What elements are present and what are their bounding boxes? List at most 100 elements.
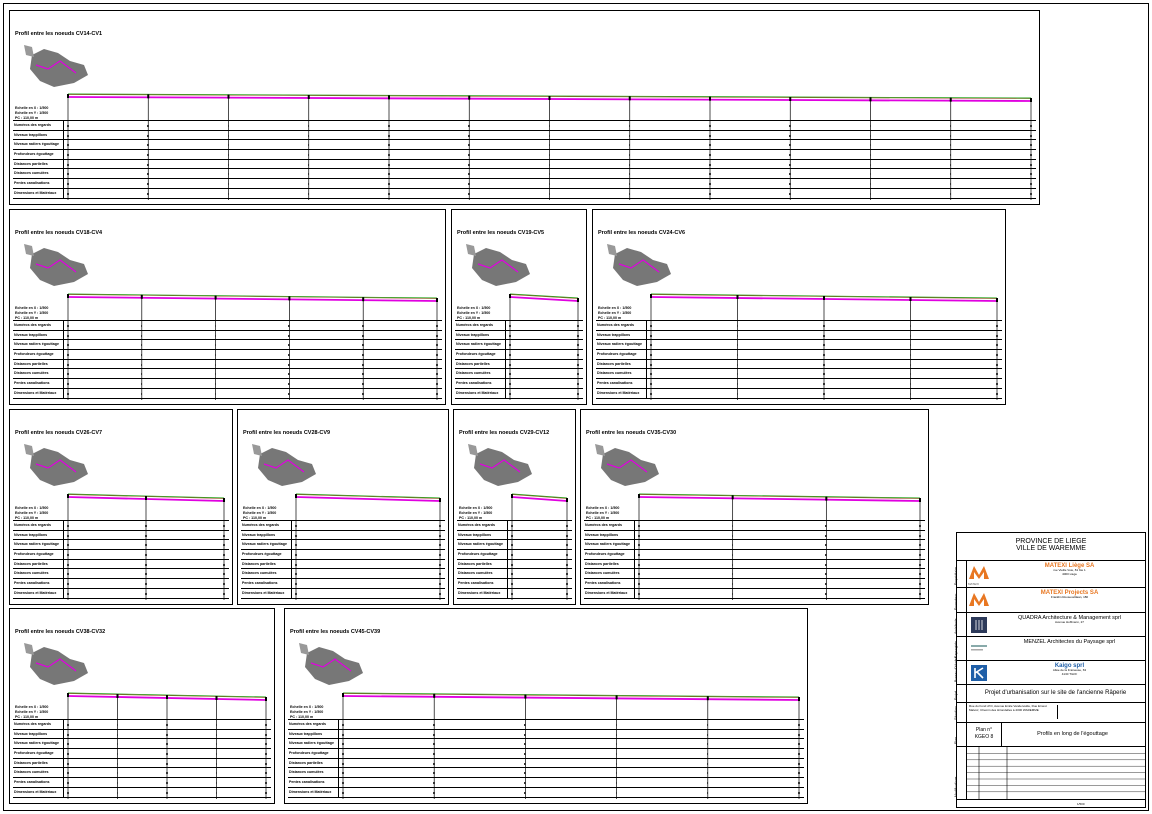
value-mark [909,354,912,357]
profile-row: Profondeurs égouttage [288,749,804,759]
profile-row: Pentes canalisations [13,579,229,589]
value-mark [909,325,912,327]
profile-row: Numéros des regards [288,720,804,730]
value-mark [996,354,998,357]
row-label: Pentes canalisations [585,581,621,586]
profile-row: Profondeurs égouttage [584,550,925,560]
value-mark [548,173,551,176]
value-mark [1030,183,1032,186]
value-mark [436,392,438,395]
value-mark [996,383,998,386]
value-mark [227,173,230,176]
value-mark [436,354,438,357]
value-mark [295,554,297,557]
value-mark [548,134,551,137]
situation-section: Situation Rue du Fond d'Or, Avenue Emile… [954,703,1145,723]
profile-row: Dimensions et Matériaux [13,588,229,599]
value-mark [468,134,470,137]
engineering-section: Bureau d'études Kaigo sprl Allée de la F… [954,657,1145,685]
kaigo-city: 4130 TILFF [1061,671,1078,676]
value-mark [468,125,470,127]
value-mark [67,325,69,327]
value-mark [362,363,364,366]
value-mark [362,383,364,386]
value-mark [1030,134,1032,137]
value-mark [949,183,952,186]
value-mark [638,525,640,527]
value-mark [140,334,143,337]
side-label-engineering: Bureau d'études [954,656,958,682]
footer-row: 1/500 [957,799,1145,808]
value-mark [869,173,872,176]
value-mark [166,724,168,726]
profile-data-table: Numéros des regards Niveaux trappillons Ni… [288,719,804,798]
value-mark [433,791,435,794]
value-mark [511,592,513,595]
value-mark [511,563,513,566]
row-label: Numéros des regards [585,523,622,527]
row-label: Profondeurs égouttage [458,552,498,557]
value-mark [919,525,921,527]
value-mark [548,163,551,166]
value-mark [628,173,631,176]
profile-row: Niveaux radiers égouttage [288,739,804,750]
side-label-situation: Situation [954,706,958,720]
value-mark [909,373,912,376]
value-mark [566,525,568,527]
value-mark [650,325,652,327]
profile-row: Dimensions et Matériaux [455,388,583,399]
value-mark [823,344,825,347]
value-mark [214,363,217,366]
value-mark [116,762,119,765]
profile-panel-cv26-cv7: Profil entre les noeuds CV26-CV7 Echelle … [9,409,233,605]
profile-row: Niveaux radiers égouttage [13,140,1036,151]
row-label: Profondeurs égouttage [585,552,625,557]
value-mark [996,363,998,366]
project-section: Projet Projet d'urbanisation sur le site… [954,685,1145,703]
value-mark [214,354,217,357]
menzel-logo-icon [971,645,987,651]
value-mark [227,154,230,157]
row-label: Pentes canalisations [14,581,50,586]
value-mark [869,125,872,127]
profile-row: Distances partielles [241,559,445,570]
value-mark [145,554,147,557]
row-label: Pentes canalisations [597,381,633,386]
row-label: Distances cumulées [14,571,49,576]
profile-row: Pentes canalisations [596,379,1002,389]
value-mark [823,383,825,386]
value-mark [566,583,568,586]
value-mark [140,383,143,386]
profile-row: Distances cumulées [457,569,572,580]
value-mark [509,373,511,376]
value-mark [166,733,168,736]
value-mark [524,743,526,746]
value-mark [825,573,827,576]
value-mark [288,354,290,357]
value-mark [67,154,69,157]
profile-row: Dimensions et Matériaux [584,588,925,599]
row-label: Profondeurs égouttage [14,152,54,157]
profile-row: Niveaux trappillons [13,130,1036,141]
value-mark [798,782,800,785]
value-mark [823,354,825,357]
value-mark [919,563,921,566]
value-mark [798,772,800,775]
profile-row: Niveaux radiers égouttage [13,340,442,351]
value-mark [295,592,297,595]
profile-row: Dimensions et Matériaux [241,588,445,599]
value-mark [288,383,290,386]
row-label: Distances partielles [597,361,631,366]
value-mark [509,344,511,347]
situation-plan-box [1057,705,1098,719]
value-mark [288,373,290,376]
value-mark [736,344,739,347]
value-mark [524,772,526,775]
value-mark [215,743,218,746]
row-label: Pentes canalisations [14,381,50,386]
value-mark [295,525,297,527]
value-mark [798,724,800,726]
value-mark [628,125,631,127]
profile-row: Distances partielles [288,758,804,769]
situation-text: Rue du Fond d'Or, Avenue Emile Vandervel… [969,704,1047,712]
